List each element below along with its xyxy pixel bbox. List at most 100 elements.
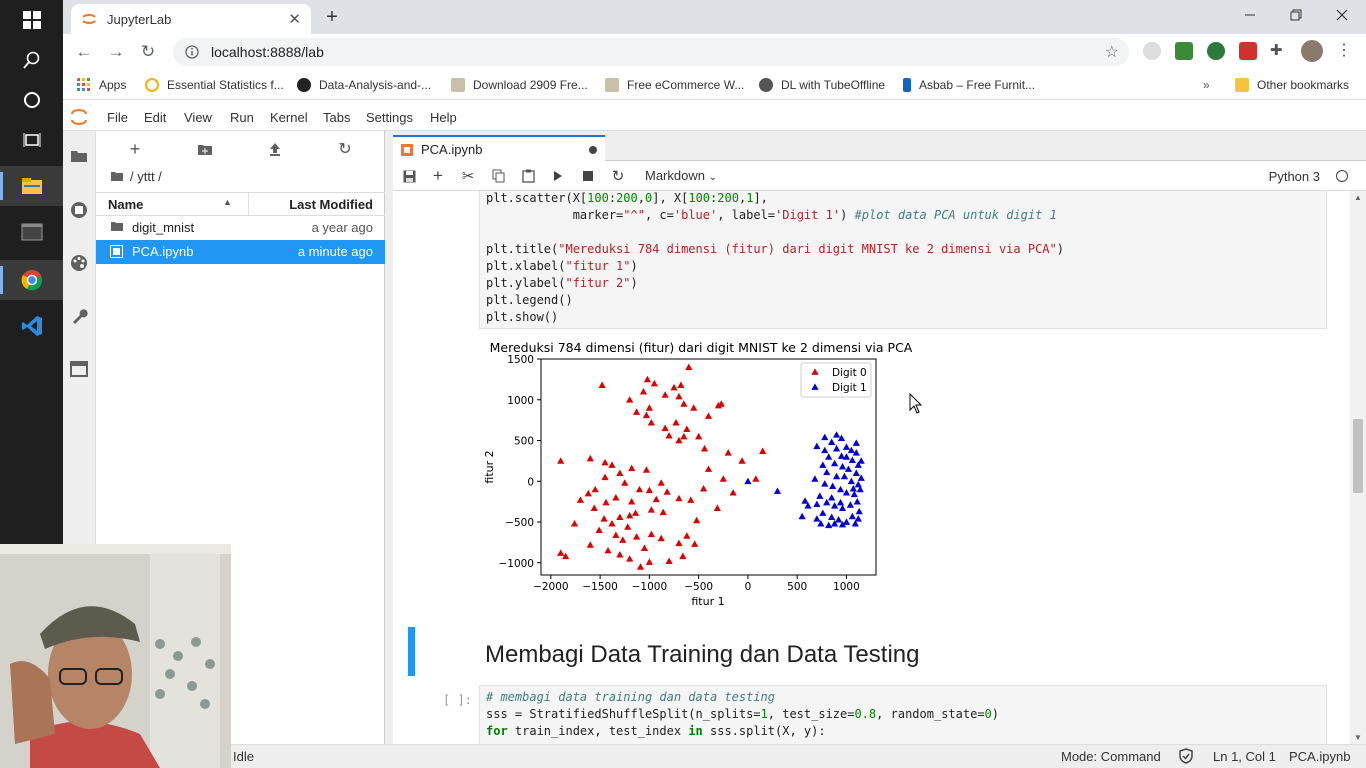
shield-icon[interactable] — [1179, 748, 1193, 767]
bookmark-free-ecommerce[interactable]: Free eCommerce W... — [605, 76, 744, 94]
sort-ascending-icon[interactable]: ▲ — [223, 197, 232, 207]
x-tick-label: 0 — [745, 581, 752, 593]
browser-toolbar: ← → ↻ localhost:8888/lab ☆ ✚ ⋮ — [63, 34, 1366, 70]
more-bookmarks-icon[interactable]: » — [1203, 76, 1210, 94]
reload-icon[interactable]: ↻ — [135, 40, 161, 64]
file-browser-folder-icon[interactable] — [63, 141, 95, 171]
notebook-content[interactable]: plt.scatter(X[100:200,0], X[100:200,1], … — [393, 191, 1350, 744]
status-bar: Idle Mode: Command Ln 1, Col 1 PCA.ipynb — [63, 744, 1366, 768]
breadcrumb-path[interactable]: / yttt / — [130, 169, 162, 184]
extensions-puzzle-icon[interactable]: ✚ — [1270, 42, 1288, 60]
upload-icon[interactable] — [262, 139, 288, 159]
task-view-icon[interactable] — [0, 120, 63, 160]
refresh-icon[interactable]: ↻ — [332, 139, 358, 159]
run-cell-icon[interactable] — [547, 167, 569, 185]
save-icon[interactable] — [398, 167, 420, 185]
x-tick-label: −1500 — [582, 581, 618, 593]
terminal-icon[interactable] — [0, 212, 63, 252]
kernel-name[interactable]: Python 3 — [1269, 169, 1320, 184]
menu-edit[interactable]: Edit — [144, 110, 166, 125]
scrollbar-thumb[interactable] — [1353, 419, 1363, 493]
file-row-pca-ipynb[interactable]: PCA.ipynb a minute ago — [96, 240, 385, 264]
new-folder-icon[interactable] — [192, 139, 218, 159]
restart-kernel-icon[interactable]: ↻ — [607, 167, 629, 185]
column-modified-header[interactable]: Last Modified — [289, 197, 373, 212]
kernel-status-icon — [1336, 170, 1348, 182]
cut-icon[interactable]: ✂ — [457, 167, 479, 185]
jupyter-favicon-icon — [82, 14, 96, 24]
scroll-down-icon[interactable]: ▼ — [1354, 733, 1362, 742]
menu-run[interactable]: Run — [230, 110, 254, 125]
column-name-header[interactable]: Name — [108, 197, 143, 212]
back-icon[interactable]: ← — [71, 40, 97, 64]
close-window-icon[interactable] — [1319, 0, 1365, 30]
mode-indicator[interactable]: Mode: Command — [1061, 749, 1161, 764]
interrupt-kernel-icon[interactable] — [577, 167, 599, 185]
search-icon[interactable] — [0, 40, 63, 80]
url-text: localhost:8888/lab — [211, 44, 324, 60]
chrome-icon[interactable] — [0, 260, 63, 300]
webcam-overlay — [0, 544, 231, 768]
panel-splitter[interactable] — [385, 131, 393, 744]
browser-tab[interactable]: JupyterLab ✕ — [71, 4, 311, 34]
insert-cell-icon[interactable]: + — [427, 166, 449, 185]
menu-help[interactable]: Help — [430, 110, 457, 125]
notebook-icon — [110, 245, 123, 258]
browser-tab-title: JupyterLab — [107, 11, 172, 27]
chrome-menu-icon[interactable]: ⋮ — [1335, 42, 1353, 60]
copy-icon[interactable] — [487, 167, 509, 185]
markdown-heading[interactable]: Membagi Data Training dan Data Testing — [485, 641, 919, 669]
restore-icon[interactable] — [1273, 0, 1319, 30]
menu-file[interactable]: File — [107, 110, 128, 125]
bookmark-data-analysis[interactable]: Data-Analysis-and-... — [297, 76, 431, 94]
tabs-icon[interactable] — [63, 354, 95, 384]
bookmark-essential-statistics[interactable]: Essential Statistics f... — [145, 76, 284, 94]
minimize-icon[interactable] — [1227, 0, 1273, 30]
menu-kernel[interactable]: Kernel — [270, 110, 308, 125]
notebook-scrollbar[interactable]: ▲ ▼ — [1350, 191, 1366, 744]
code-cell[interactable]: plt.scatter(X[100:200,0], X[100:200,1], … — [479, 191, 1327, 329]
palette-icon[interactable] — [63, 248, 95, 278]
file-row-digit-mnist[interactable]: digit_mnist a year ago — [96, 216, 385, 240]
red-extension-icon[interactable] — [1239, 42, 1257, 60]
file-explorer-icon[interactable] — [0, 166, 63, 206]
globe-extension-icon[interactable] — [1143, 42, 1161, 60]
cell-type-dropdown[interactable]: Markdown ⌄ — [645, 168, 717, 183]
menu-view[interactable]: View — [184, 110, 212, 125]
unsaved-dot-icon[interactable] — [589, 145, 597, 154]
address-bar[interactable]: localhost:8888/lab ☆ — [173, 38, 1129, 66]
running-sessions-icon[interactable] — [63, 195, 95, 225]
x-axis-label: fitur 1 — [691, 595, 724, 608]
menu-tabs[interactable]: Tabs — [323, 110, 350, 125]
code-cell[interactable]: # membagi data training dan data testing… — [479, 685, 1327, 744]
bookmark-star-icon[interactable]: ☆ — [1105, 42, 1119, 62]
new-launcher-button[interactable]: + — [122, 139, 148, 159]
scroll-up-icon[interactable]: ▲ — [1354, 193, 1362, 202]
info-icon[interactable] — [185, 45, 199, 59]
cortana-icon[interactable] — [0, 80, 63, 120]
windows-start-icon[interactable] — [0, 0, 63, 40]
vscode-icon[interactable] — [0, 306, 63, 346]
bookmark-asbab[interactable]: Asbab – Free Furnit... — [903, 76, 1035, 94]
profile-avatar[interactable] — [1301, 40, 1323, 62]
home-folder-icon[interactable] — [110, 171, 124, 182]
new-tab-button[interactable]: + — [320, 6, 344, 30]
folder-icon — [111, 222, 123, 231]
main-dock-area: PCA.ipynb + ✂ ↻ Markdown ⌄ Python 3 plt.… — [393, 131, 1366, 744]
green-extension-icon[interactable] — [1175, 42, 1193, 60]
wrench-icon[interactable] — [63, 301, 95, 331]
tubeoffline-icon — [759, 78, 773, 92]
forward-icon[interactable]: → — [103, 40, 129, 64]
bookmark-tubeoffline[interactable]: DL with TubeOffline — [759, 76, 885, 94]
bookmarks-bar: Apps Essential Statistics f... Data-Anal… — [63, 70, 1366, 100]
other-bookmarks[interactable]: Other bookmarks — [1235, 76, 1349, 94]
close-tab-icon[interactable]: ✕ — [288, 10, 301, 28]
breadcrumb[interactable]: / yttt / — [110, 169, 162, 184]
notebook-tab[interactable]: PCA.ipynb — [393, 135, 605, 162]
cursor-position[interactable]: Ln 1, Col 1 — [1213, 749, 1276, 764]
vpn-extension-icon[interactable] — [1207, 42, 1225, 60]
bookmark-download[interactable]: Download 2909 Fre... — [451, 76, 588, 94]
menu-settings[interactable]: Settings — [366, 110, 413, 125]
paste-icon[interactable] — [517, 167, 539, 185]
bookmark-apps[interactable]: Apps — [77, 76, 126, 94]
